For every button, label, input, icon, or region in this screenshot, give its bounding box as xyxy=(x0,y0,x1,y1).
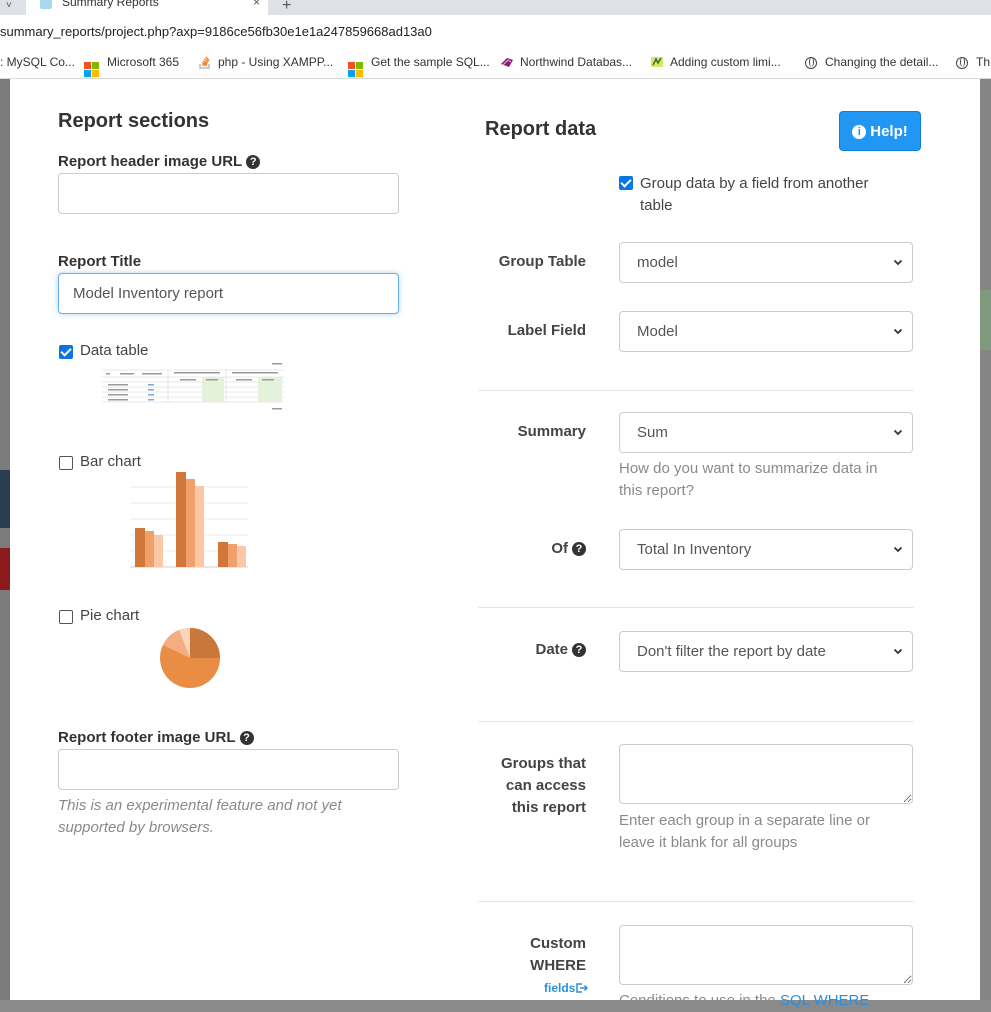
divider xyxy=(478,901,914,902)
microsoft-icon xyxy=(84,62,99,77)
url-text[interactable]: summary_reports/project.php?axp=9186ce56… xyxy=(0,24,432,39)
fields-link[interactable]: fields xyxy=(544,981,589,995)
chevron-down-icon xyxy=(893,546,903,553)
pie-chart-label: Pie chart xyxy=(80,607,140,624)
bookmark-item[interactable]: Th xyxy=(956,55,990,69)
group-table-label: Group Table xyxy=(498,253,586,270)
groups-access-label: Groups that can access this report xyxy=(501,755,586,816)
groups-hint: Enter each group in a separate line or l… xyxy=(619,812,870,851)
address-bar[interactable]: summary_reports/project.php?axp=9186ce56… xyxy=(0,15,991,49)
bar-chart-checkbox[interactable] xyxy=(59,456,73,470)
question-icon[interactable]: ? xyxy=(239,731,254,745)
report-title-input[interactable] xyxy=(58,273,399,314)
divider xyxy=(478,721,914,722)
chevron-down-icon xyxy=(893,429,903,436)
chevron-down-icon xyxy=(893,328,903,335)
tab-close-icon[interactable]: × xyxy=(253,0,260,9)
help-button[interactable]: i Help! xyxy=(839,111,921,151)
northwind-icon xyxy=(501,58,513,67)
globe-icon xyxy=(956,57,968,69)
report-data-title: Report data xyxy=(485,118,597,140)
new-tab-icon[interactable]: + xyxy=(282,0,291,15)
info-icon: i xyxy=(852,124,867,139)
chevron-down-icon xyxy=(893,259,903,266)
data-table-checkbox[interactable] xyxy=(59,345,73,359)
question-icon[interactable]: ? xyxy=(572,542,586,556)
stackoverflow-icon xyxy=(199,56,210,69)
date-label: Date? xyxy=(450,639,586,661)
data-table-label: Data table xyxy=(80,342,149,359)
sql-where-link[interactable]: SQL WHERE xyxy=(780,992,869,1009)
summary-select[interactable]: Sum xyxy=(619,412,913,453)
question-icon[interactable]: ? xyxy=(572,643,586,657)
bookmarks-bar: : MySQL Co... Microsoft 365 php - Using … xyxy=(0,48,991,79)
backdrop-element xyxy=(0,470,10,528)
label-field-select[interactable]: Model xyxy=(619,311,913,352)
label-field-label: Label Field xyxy=(507,322,586,339)
footer-image-label: Report footer image URL? xyxy=(58,729,254,746)
backdrop-element xyxy=(980,290,991,350)
browser-tab[interactable]: Summary Reports × xyxy=(26,0,268,15)
report-settings-modal: Report sections Report header image URL?… xyxy=(10,79,980,1009)
custom-icon xyxy=(651,57,663,67)
summary-label: Summary xyxy=(517,423,586,440)
bar-chart-label: Bar chart xyxy=(80,453,141,470)
header-image-label: Report header image URL? xyxy=(58,153,261,170)
bookmark-item[interactable]: Microsoft 365 xyxy=(84,55,179,77)
group-table-select[interactable]: model xyxy=(619,242,913,283)
data-table-preview xyxy=(98,360,284,416)
summary-hint: How do you want to summarize data in thi… xyxy=(619,460,878,499)
group-data-label: Group data by a field from another table xyxy=(640,175,869,214)
of-field-select[interactable]: Total In Inventory xyxy=(619,529,913,570)
divider xyxy=(478,390,914,391)
pie-chart-checkbox[interactable] xyxy=(59,610,73,624)
footer-image-url-input[interactable] xyxy=(58,749,399,790)
bookmark-item[interactable]: Adding custom limi... xyxy=(650,55,781,69)
pie-chart-preview xyxy=(160,627,220,688)
globe-icon xyxy=(805,57,817,69)
custom-where-label: Custom WHERE xyxy=(530,935,586,974)
microsoft-icon xyxy=(348,62,363,77)
header-image-url-input[interactable] xyxy=(58,173,399,214)
group-data-checkbox[interactable] xyxy=(619,176,633,190)
bookmark-item[interactable]: Changing the detail... xyxy=(805,55,938,69)
tab-list-icon[interactable]: ˅ xyxy=(6,0,12,11)
backdrop-element xyxy=(0,548,10,590)
report-title-label: Report Title xyxy=(58,253,142,270)
bookmark-item[interactable]: : MySQL Co... xyxy=(0,55,75,69)
of-label: Of? xyxy=(450,538,586,560)
bar-chart-preview xyxy=(130,472,248,568)
bookmark-item[interactable]: Northwind Databas... xyxy=(500,55,632,69)
groups-access-textarea[interactable] xyxy=(619,744,913,804)
bookmark-item[interactable]: php - Using XAMPP... xyxy=(198,55,333,69)
browser-tabstrip: ˅ Summary Reports × + xyxy=(0,0,991,15)
where-hint: Conditions to use in the SQL WHERE xyxy=(619,992,870,1009)
date-filter-select[interactable]: Don't filter the report by date xyxy=(619,631,913,672)
divider xyxy=(478,607,914,608)
chevron-down-icon xyxy=(893,648,903,655)
tab-favicon-icon xyxy=(40,0,52,9)
backdrop-element xyxy=(980,79,991,1000)
question-icon[interactable]: ? xyxy=(246,155,261,169)
tab-title: Summary Reports xyxy=(62,0,159,9)
footer-hint: This is an experimental feature and not … xyxy=(58,797,342,836)
bookmark-item[interactable]: Get the sample SQL... xyxy=(348,55,490,77)
report-sections-title: Report sections xyxy=(58,110,210,132)
open-external-icon xyxy=(576,983,589,993)
custom-where-textarea[interactable] xyxy=(619,925,913,985)
